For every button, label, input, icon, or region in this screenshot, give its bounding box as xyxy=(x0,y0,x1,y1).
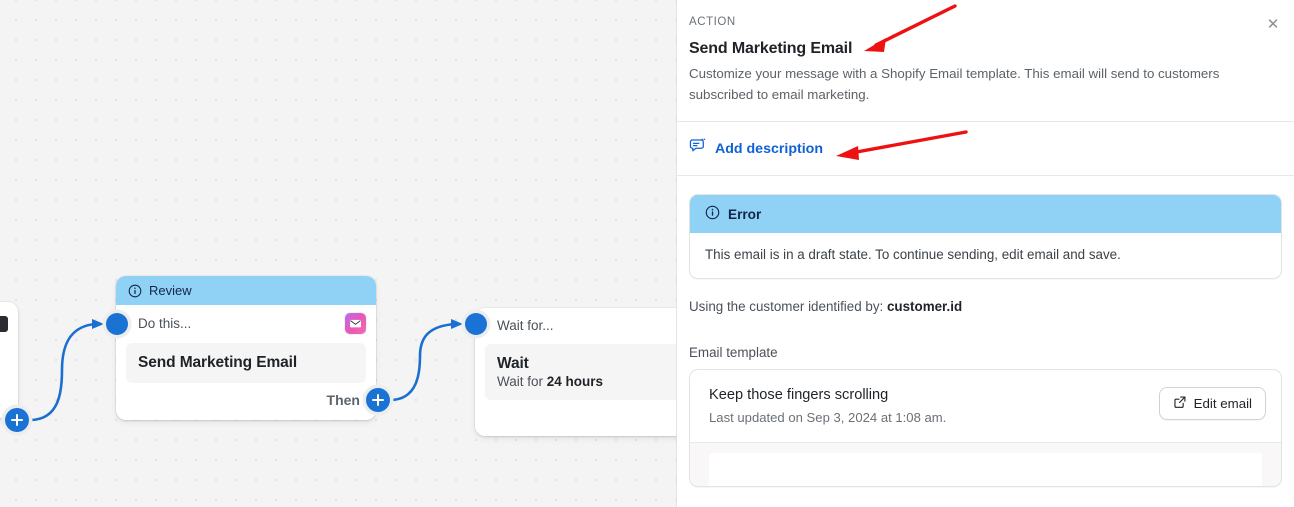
external-link-icon xyxy=(1173,395,1187,412)
workflow-card-partial[interactable] xyxy=(0,302,18,418)
card-wait-title: Wait xyxy=(497,355,529,372)
comment-edit-icon xyxy=(689,138,706,159)
error-message: This email is in a draft state. To conti… xyxy=(690,233,1281,279)
info-circle-icon xyxy=(128,284,142,298)
partial-card-icon xyxy=(0,316,8,332)
panel-body: Error This email is in a draft state. To… xyxy=(677,176,1294,488)
close-icon[interactable]: ✕ xyxy=(1262,13,1284,35)
card-wait-subtitle: Wait for 24 hours xyxy=(497,374,676,389)
error-banner: Error This email is in a draft state. To… xyxy=(689,194,1282,280)
card-wait-sub-prefix: Wait for xyxy=(497,374,547,389)
card-wait-tile[interactable]: Wait Wait for 24 hours xyxy=(485,344,676,400)
card-action-tile[interactable]: Send Marketing Email xyxy=(126,343,366,383)
panel-header: ACTION Send Marketing Email Customize yo… xyxy=(677,0,1294,121)
email-template-preview-inner xyxy=(709,453,1262,487)
card-wait-sub-value: 24 hours xyxy=(546,374,604,389)
email-template-name: Keep those fingers scrolling xyxy=(709,387,889,404)
panel-eyebrow: ACTION xyxy=(689,16,736,28)
customer-identifier-line: Using the customer identified by: custom… xyxy=(689,299,1282,314)
envelope-icon xyxy=(345,312,366,334)
card-do-this-label: Do this... xyxy=(138,315,192,331)
email-template-card: Keep those fingers scrolling Last update… xyxy=(689,369,1282,488)
app-root: Review Do this... Send Marketing Email T… xyxy=(0,0,1294,507)
workflow-canvas[interactable]: Review Do this... Send Marketing Email T… xyxy=(0,0,676,507)
workflow-card-send-marketing-email[interactable]: Review Do this... Send Marketing Email T… xyxy=(116,276,376,420)
workflow-card-wait[interactable]: Wait for... Wait Wait for 24 hours xyxy=(475,308,676,436)
email-template-top: Keep those fingers scrolling Last update… xyxy=(690,370,1281,442)
customer-identifier-value: customer.id xyxy=(886,299,963,315)
customer-identifier-prefix: Using the customer identified by: xyxy=(689,299,887,315)
info-circle-icon xyxy=(705,205,720,223)
card-wait-for-label: Wait for... xyxy=(497,317,554,333)
node-handle-email[interactable] xyxy=(106,313,128,335)
add-description-label: Add description xyxy=(715,140,823,157)
email-template-info: Keep those fingers scrolling Last update… xyxy=(709,387,946,425)
add-description-button[interactable]: Add description xyxy=(689,138,823,159)
add-step-button-2[interactable] xyxy=(366,388,390,412)
card-wait-for-row: Wait for... xyxy=(475,308,676,342)
card-review-banner: Review xyxy=(116,276,376,305)
card-do-this-row: Do this... xyxy=(116,305,376,341)
email-template-updated: Last updated on Sep 3, 2024 at 1:08 am. xyxy=(709,410,947,426)
card-then-label: Then xyxy=(326,392,360,408)
add-description-row: Add description xyxy=(677,122,1294,175)
action-detail-panel: ACTION Send Marketing Email Customize yo… xyxy=(676,0,1294,507)
card-review-label: Review xyxy=(149,283,192,298)
card-then-row: Then xyxy=(116,383,376,408)
edit-email-button[interactable]: Edit email xyxy=(1158,387,1266,421)
add-step-button-1[interactable] xyxy=(5,408,29,432)
error-banner-header: Error xyxy=(690,195,1281,234)
card-action-title: Send Marketing Email xyxy=(138,354,298,371)
status-badge: Error xyxy=(728,206,762,222)
email-template-preview xyxy=(690,442,1281,487)
panel-description: Customize your message with a Shopify Em… xyxy=(689,66,1220,102)
edit-email-label: Edit email xyxy=(1193,396,1252,412)
email-template-label: Email template xyxy=(689,345,778,361)
node-handle-wait[interactable] xyxy=(465,313,487,335)
page-title: Send Marketing Email xyxy=(689,40,853,57)
